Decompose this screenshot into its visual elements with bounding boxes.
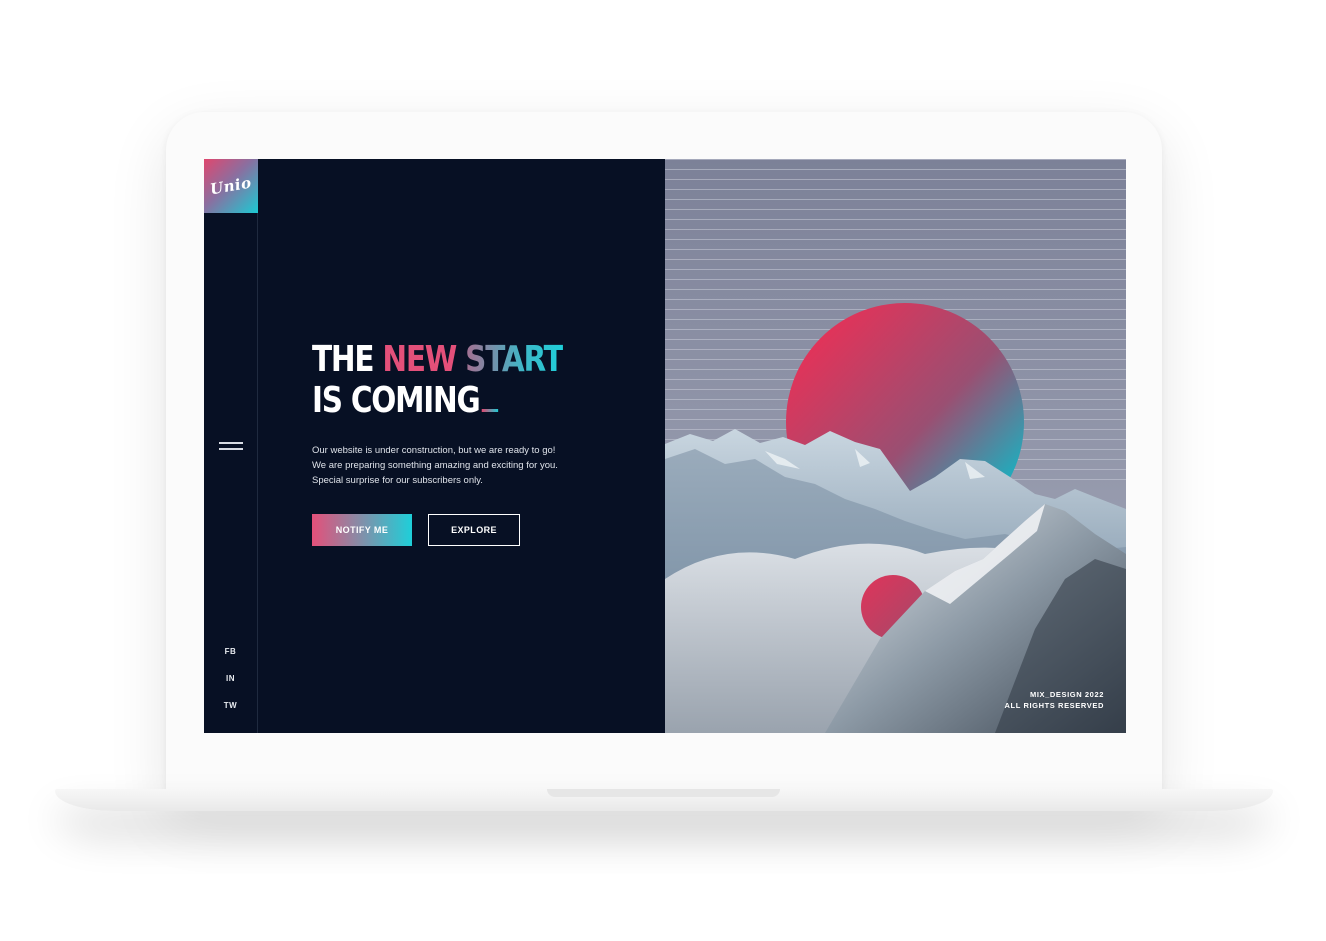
- hero-section: THE NEW START IS COMING Our website is u…: [258, 159, 665, 733]
- logo-text: Unio: [208, 173, 254, 199]
- social-link-fb[interactable]: FB: [204, 647, 257, 656]
- laptop-notch: [547, 789, 780, 797]
- social-link-tw[interactable]: TW: [204, 701, 257, 710]
- headline-line-2: IS COMING: [312, 380, 481, 421]
- description-line: Our website is under construction, but w…: [312, 445, 556, 456]
- copyright-line-1: MIX_DESIGN 2022: [1029, 690, 1104, 699]
- hero-headline: THE NEW START IS COMING: [312, 339, 564, 421]
- sidebar: Unio FB IN TW: [204, 159, 258, 733]
- headline-word-the: THE: [312, 339, 375, 380]
- hero-description: Our website is under construction, but w…: [312, 443, 612, 488]
- notify-me-button[interactable]: NOTIFY ME: [312, 514, 412, 546]
- social-link-in[interactable]: IN: [204, 674, 257, 683]
- copyright-line-2: ALL RIGHTS RESERVED: [1004, 701, 1104, 710]
- copyright-notice: MIX_DESIGN 2022 ALL RIGHTS RESERVED: [1005, 689, 1104, 711]
- website-screen: Unio FB IN TW THE NEW START IS COMING Ou…: [204, 159, 1126, 733]
- description-line: Special surprise for our subscribers onl…: [312, 475, 483, 486]
- cursor-underscore: [481, 409, 499, 412]
- description-line: We are preparing something amazing and e…: [312, 460, 558, 471]
- hero-image: MIX_DESIGN 2022 ALL RIGHTS RESERVED: [665, 159, 1126, 733]
- hamburger-menu-icon[interactable]: [219, 441, 243, 451]
- brand-logo[interactable]: Unio: [204, 159, 258, 213]
- mountain-sun-illustration: [665, 159, 1126, 733]
- headline-word-new: NEW: [382, 339, 457, 380]
- headline-word-start: START: [465, 339, 564, 380]
- explore-button[interactable]: EXPLORE: [428, 514, 520, 546]
